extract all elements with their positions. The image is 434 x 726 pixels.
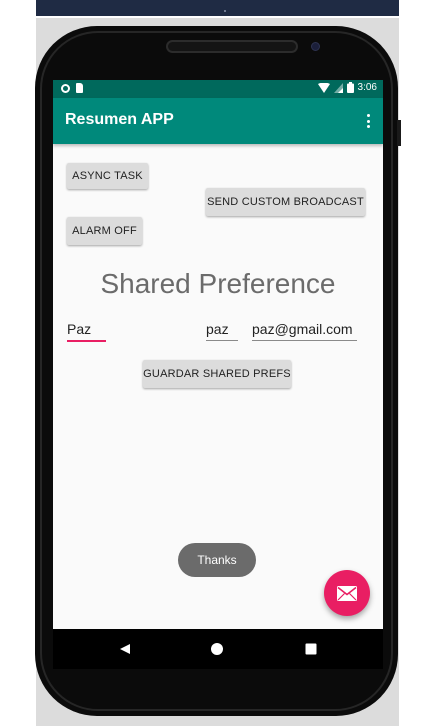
toast-message: Thanks [178, 543, 256, 577]
front-camera [311, 42, 320, 51]
status-time: 3:06 [357, 82, 377, 93]
alarm-off-button[interactable]: ALARM OFF [67, 217, 142, 245]
signal-icon [333, 82, 343, 93]
async-task-button[interactable]: ASYNC TASK [67, 163, 148, 189]
name-input[interactable]: Paz [67, 321, 106, 342]
send-broadcast-button[interactable]: SEND CUSTOM BROADCAST [206, 188, 365, 216]
notification-circle-icon [61, 83, 70, 93]
home-circle-icon [211, 643, 223, 655]
mail-icon [337, 585, 357, 601]
back-triangle-icon [120, 644, 130, 654]
app-toolbar: Resumen APP [53, 98, 383, 144]
user-input[interactable]: paz [206, 321, 238, 341]
email-input[interactable]: paz@gmail.com [252, 321, 357, 341]
save-prefs-button[interactable]: GUARDAR SHARED PREFS [143, 360, 291, 388]
overflow-menu-icon[interactable] [365, 112, 371, 130]
window-top-strip [36, 0, 399, 16]
status-bar: 3:06 [53, 80, 383, 98]
earpiece-speaker [166, 40, 298, 53]
battery-icon [346, 82, 354, 93]
strip-dot [224, 10, 226, 12]
nav-home-button[interactable] [207, 639, 227, 659]
nav-back-button[interactable] [115, 639, 135, 659]
mail-fab-button[interactable] [324, 570, 370, 616]
sd-card-icon [76, 83, 83, 93]
power-button [397, 120, 401, 146]
app-screen: 3:06 Resumen APP ASYNC TASK SEND CUSTOM … [53, 80, 383, 629]
device-frame: 3:06 Resumen APP ASYNC TASK SEND CUSTOM … [0, 0, 434, 726]
nav-recents-button[interactable] [301, 639, 321, 659]
section-title: Shared Preference [100, 268, 336, 299]
recents-square-icon [305, 643, 317, 655]
system-nav-bar [53, 629, 383, 669]
wifi-icon [317, 82, 330, 93]
app-title: Resumen APP [65, 111, 174, 128]
